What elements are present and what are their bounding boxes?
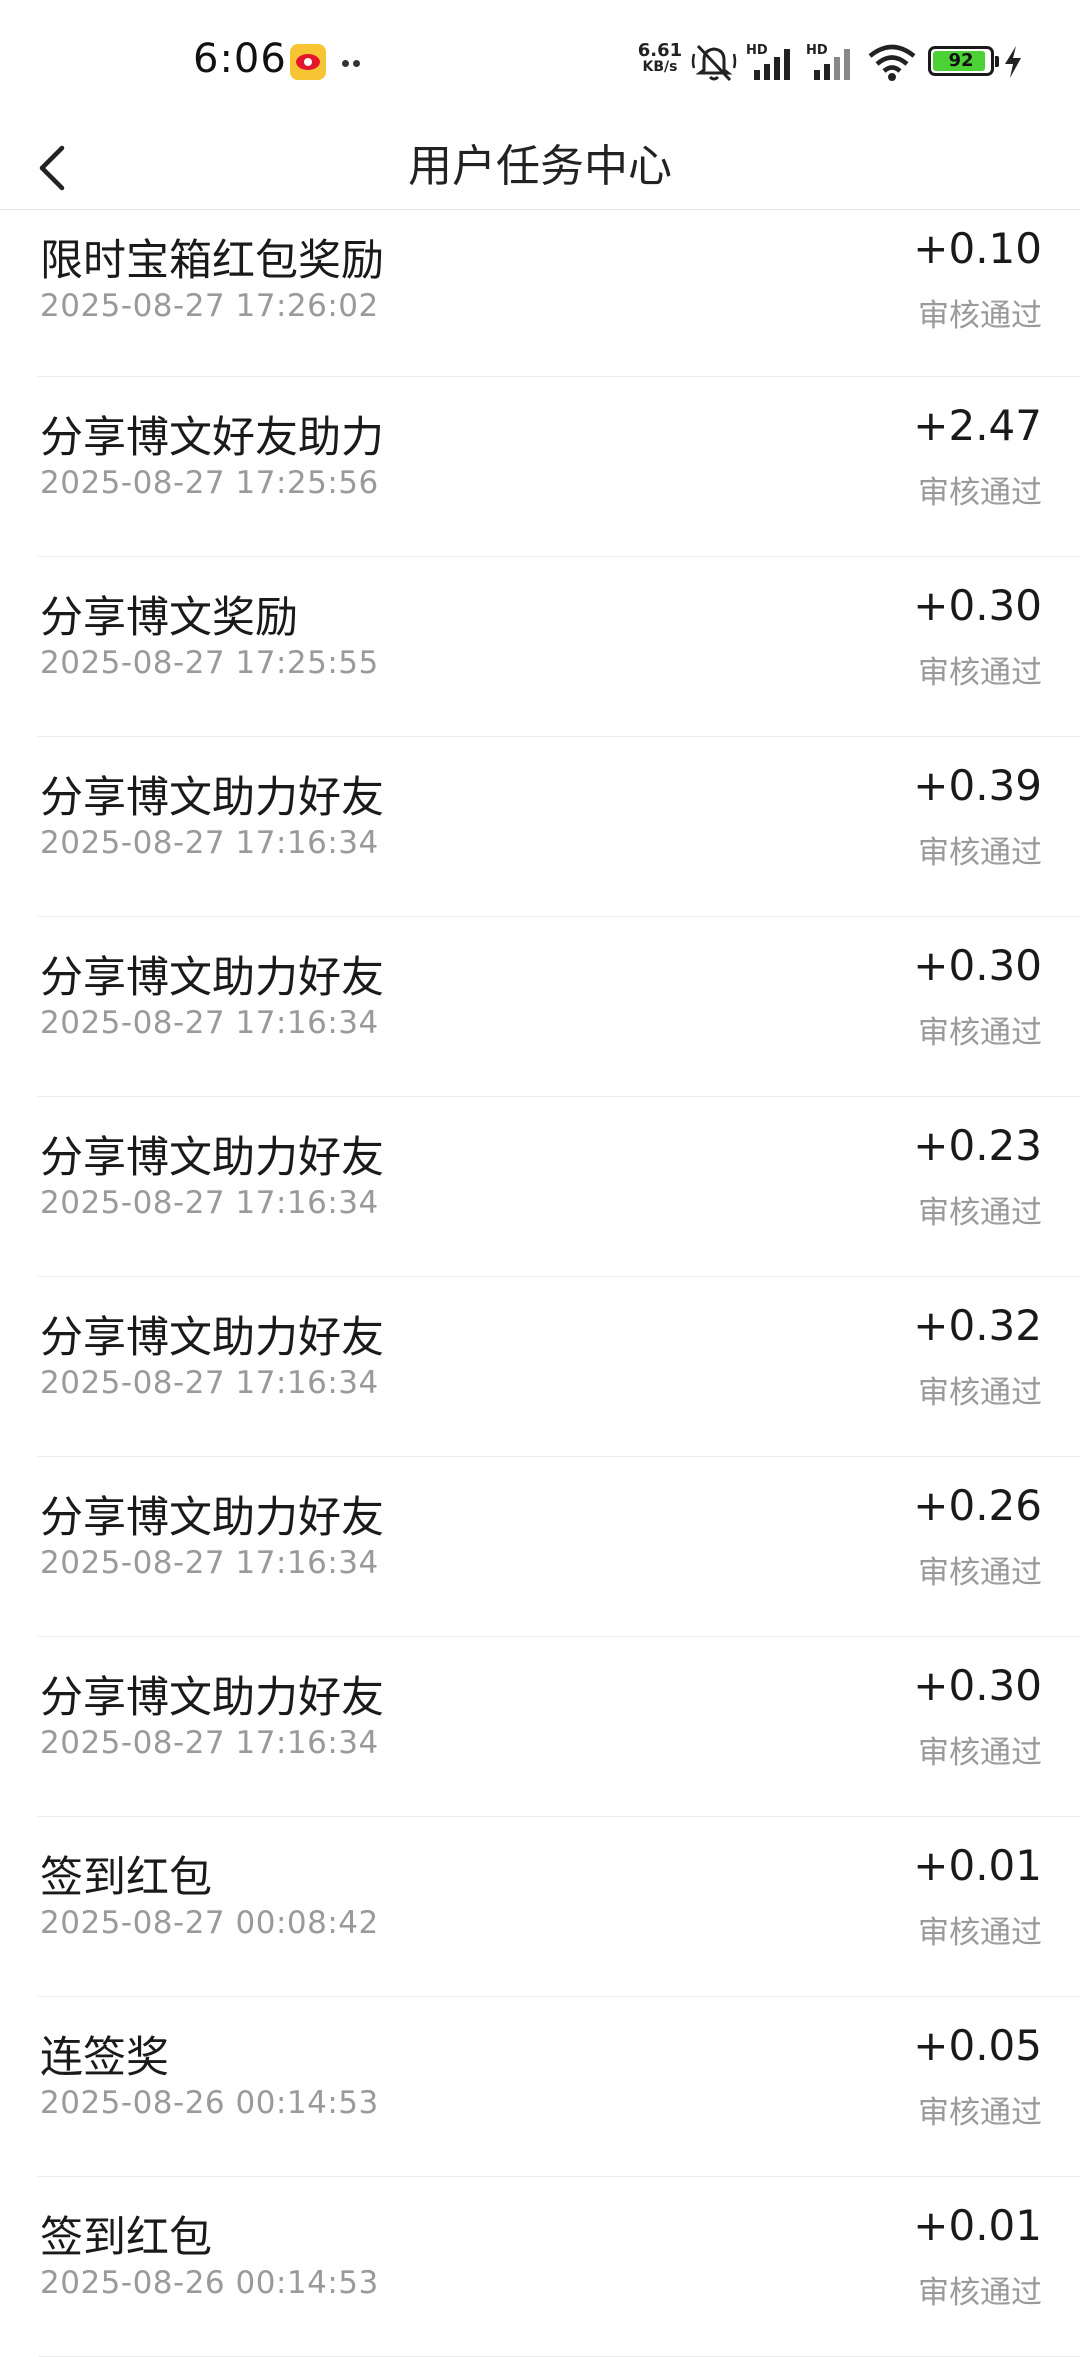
task-status: 审核通过 bbox=[918, 2275, 1042, 2311]
list-item[interactable]: 分享博文奖励 2025-08-27 17:25:55 +0.30 审核通过 bbox=[38, 557, 1080, 737]
list-item[interactable]: 签到红包 2025-08-26 00:14:53 +0.01 审核通过 bbox=[38, 2177, 1080, 2357]
task-amount: +0.01 bbox=[913, 2201, 1042, 2250]
task-status: 审核通过 bbox=[918, 298, 1042, 334]
signal-hd-icon: HD bbox=[746, 40, 798, 82]
task-time: 2025-08-27 00:08:42 bbox=[40, 1905, 379, 1941]
app-header: 用户任务中心 bbox=[0, 124, 1080, 210]
network-speed-unit: KB/s bbox=[642, 59, 678, 75]
task-status: 审核通过 bbox=[918, 2095, 1042, 2131]
list-item[interactable]: 限时宝箱红包奖励 2025-08-27 17:26:02 +0.10 审核通过 bbox=[38, 210, 1080, 377]
list-item[interactable]: 连签奖 2025-08-26 00:14:53 +0.05 审核通过 bbox=[38, 1997, 1080, 2177]
task-record-list: 限时宝箱红包奖励 2025-08-27 17:26:02 +0.10 审核通过 … bbox=[0, 210, 1080, 2357]
network-speed: 6.61 KB/s bbox=[636, 42, 684, 76]
task-status: 审核通过 bbox=[918, 655, 1042, 691]
task-amount: +0.39 bbox=[913, 761, 1042, 810]
task-name: 分享博文奖励 bbox=[40, 593, 298, 643]
task-time: 2025-08-27 17:25:56 bbox=[40, 465, 379, 501]
task-amount: +0.26 bbox=[913, 1481, 1042, 1530]
task-time: 2025-08-27 17:26:02 bbox=[40, 288, 379, 324]
task-time: 2025-08-27 17:16:34 bbox=[40, 1545, 379, 1581]
task-name: 签到红包 bbox=[40, 1853, 212, 1903]
mute-icon bbox=[690, 40, 738, 84]
task-amount: +0.32 bbox=[913, 1301, 1042, 1350]
task-name: 分享博文助力好友 bbox=[40, 773, 384, 823]
list-item[interactable]: 分享博文好友助力 2025-08-27 17:25:56 +2.47 审核通过 bbox=[38, 377, 1080, 557]
page-title: 用户任务中心 bbox=[408, 141, 672, 192]
chevron-left-icon bbox=[39, 145, 65, 191]
task-name: 签到红包 bbox=[40, 2213, 212, 2263]
battery-level: 92 bbox=[948, 50, 974, 71]
status-bar: 6:06 6.61 KB/s HD HD 92 bbox=[0, 0, 1080, 124]
task-status: 审核通过 bbox=[918, 1195, 1042, 1231]
task-name: 分享博文助力好友 bbox=[40, 1493, 384, 1543]
task-status: 审核通过 bbox=[918, 835, 1042, 871]
list-item[interactable]: 分享博文助力好友 2025-08-27 17:16:34 +0.26 审核通过 bbox=[38, 1457, 1080, 1637]
task-amount: +0.01 bbox=[913, 1841, 1042, 1890]
task-amount: +0.30 bbox=[913, 581, 1042, 630]
task-status: 审核通过 bbox=[918, 1375, 1042, 1411]
task-time: 2025-08-26 00:14:53 bbox=[40, 2265, 379, 2301]
list-item[interactable]: 分享博文助力好友 2025-08-27 17:16:34 +0.30 审核通过 bbox=[38, 1637, 1080, 1817]
task-name: 连签奖 bbox=[40, 2033, 169, 2083]
list-item[interactable]: 分享博文助力好友 2025-08-27 17:16:34 +0.39 审核通过 bbox=[38, 737, 1080, 917]
list-item[interactable]: 签到红包 2025-08-27 00:08:42 +0.01 审核通过 bbox=[38, 1817, 1080, 1997]
task-status: 审核通过 bbox=[918, 1015, 1042, 1051]
task-amount: +0.05 bbox=[913, 2021, 1042, 2070]
weibo-notification-icon bbox=[290, 44, 326, 80]
wifi-icon bbox=[868, 42, 916, 82]
task-name: 分享博文助力好友 bbox=[40, 953, 384, 1003]
list-item[interactable]: 分享博文助力好友 2025-08-27 17:16:34 +0.32 审核通过 bbox=[38, 1277, 1080, 1457]
back-button[interactable] bbox=[20, 124, 90, 210]
task-amount: +0.30 bbox=[913, 1661, 1042, 1710]
task-time: 2025-08-27 17:16:34 bbox=[40, 1365, 379, 1401]
charging-bolt-icon bbox=[1002, 44, 1024, 80]
task-time: 2025-08-26 00:14:53 bbox=[40, 2085, 379, 2121]
task-amount: +0.23 bbox=[913, 1121, 1042, 1170]
task-status: 审核通过 bbox=[918, 1915, 1042, 1951]
svg-text:HD: HD bbox=[806, 43, 828, 58]
svg-text:HD: HD bbox=[746, 43, 768, 58]
task-time: 2025-08-27 17:16:34 bbox=[40, 1005, 379, 1041]
task-name: 分享博文助力好友 bbox=[40, 1133, 384, 1183]
more-dots-icon bbox=[342, 52, 364, 67]
task-time: 2025-08-27 17:16:34 bbox=[40, 1725, 379, 1761]
task-status: 审核通过 bbox=[918, 1555, 1042, 1591]
status-time: 6:06 bbox=[193, 36, 287, 82]
task-name: 分享博文助力好友 bbox=[40, 1313, 384, 1363]
list-item[interactable]: 分享博文助力好友 2025-08-27 17:16:34 +0.30 审核通过 bbox=[38, 917, 1080, 1097]
task-time: 2025-08-27 17:16:34 bbox=[40, 1185, 379, 1221]
task-amount: +0.10 bbox=[913, 224, 1042, 273]
task-status: 审核通过 bbox=[918, 1735, 1042, 1771]
task-time: 2025-08-27 17:25:55 bbox=[40, 645, 379, 681]
task-name: 分享博文好友助力 bbox=[40, 413, 384, 463]
task-status: 审核通过 bbox=[918, 475, 1042, 511]
task-name: 分享博文助力好友 bbox=[40, 1673, 384, 1723]
task-name: 限时宝箱红包奖励 bbox=[40, 236, 384, 286]
list-item[interactable]: 分享博文助力好友 2025-08-27 17:16:34 +0.23 审核通过 bbox=[38, 1097, 1080, 1277]
signal-hd-icon: HD bbox=[806, 40, 858, 82]
task-amount: +0.30 bbox=[913, 941, 1042, 990]
task-amount: +2.47 bbox=[913, 401, 1042, 450]
task-time: 2025-08-27 17:16:34 bbox=[40, 825, 379, 861]
battery-icon: 92 bbox=[928, 46, 999, 76]
network-speed-value: 6.61 bbox=[637, 40, 683, 61]
